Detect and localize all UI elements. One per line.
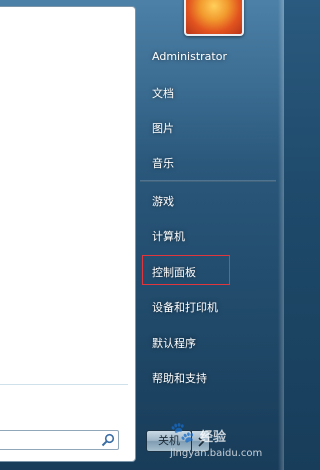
menu-item-documents[interactable]: 文档: [152, 85, 174, 101]
baidu-watermark: 🐾 经验 jingyan.baidu.com: [170, 418, 270, 462]
menu-item-pictures[interactable]: 图片: [152, 120, 174, 136]
programs-divider: [0, 384, 128, 385]
search-icon[interactable]: [101, 433, 115, 447]
menu-separator: [140, 180, 276, 182]
menu-edge: [278, 0, 284, 470]
flower-avatar[interactable]: [184, 0, 244, 36]
menu-item-control-panel[interactable]: 控制面板: [152, 264, 196, 280]
watermark-url: jingyan.baidu.com: [170, 448, 263, 459]
menu-item-help-support[interactable]: 帮助和支持: [152, 370, 207, 386]
menu-item-computer[interactable]: 计算机: [152, 228, 185, 244]
user-name-link[interactable]: Administrator: [152, 50, 227, 63]
menu-item-default-programs[interactable]: 默认程序: [152, 335, 196, 351]
programs-pane: [0, 6, 136, 462]
watermark-brand: 经验: [200, 430, 227, 445]
menu-item-games[interactable]: 游戏: [152, 193, 174, 209]
menu-item-music[interactable]: 音乐: [152, 155, 174, 171]
paw-logo-icon: 🐾: [170, 420, 195, 444]
menu-item-devices-printers[interactable]: 设备和打印机: [152, 299, 218, 315]
